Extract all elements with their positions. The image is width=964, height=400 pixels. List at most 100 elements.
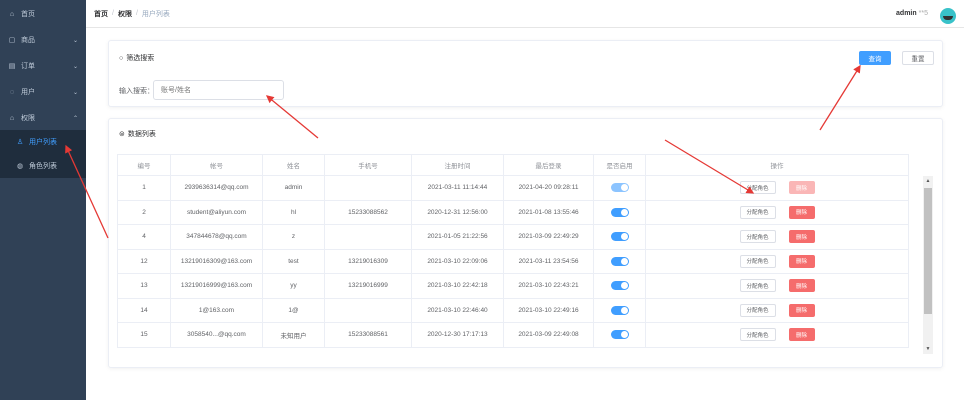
col-reg-time: 注册时间 [411,154,504,176]
cell-actions: 分配角色 删除 [645,273,909,299]
sidebar-item-role-list[interactable]: ◍ 角色列表 [0,154,86,178]
cell-enabled [593,248,646,274]
cell-phone [324,175,412,201]
sidebar-item-users[interactable]: ◌ 用户 ⌄ [0,80,86,104]
cell-actions: 分配角色 删除 [645,297,909,323]
action-group: 分配角色 删除 [646,205,908,219]
col-enabled: 是否启用 [593,154,646,176]
col-account: 帐号 [170,154,263,176]
sidebar-item-orders[interactable]: ▤ 订单 ⌄ [0,54,86,78]
col-phone: 手机号 [324,154,412,176]
search-card-header: ○ 筛选搜索 [119,54,155,63]
cell-actions: 分配角色 删除 [645,224,909,250]
user-table: 编号 帐号 姓名 手机号 注册时间 最后登录 是否启用 操作 1 29396363… [117,154,909,348]
goods-icon: ▢ [8,37,16,44]
enabled-switch[interactable] [610,281,629,291]
user-icon: ◌ [9,88,15,96]
cell-id: 14 [117,297,171,323]
cell-actions: 分配角色 删除 [645,175,909,201]
cell-actions: 分配角色 删除 [645,199,909,225]
assign-role-button[interactable]: 分配角色 [739,279,776,293]
breadcrumb-permissions[interactable]: 权限 [118,9,132,19]
lock-icon: ⌂ [9,114,15,122]
cell-phone: 13219016999 [324,273,412,299]
avatar[interactable] [940,8,956,24]
enabled-switch[interactable] [610,207,629,217]
cell-name: 未知用户 [262,322,325,348]
breadcrumb-home[interactable]: 首页 [94,9,108,19]
col-last-login: 最后登录 [503,154,594,176]
action-group: 分配角色 删除 [646,254,908,268]
delete-button[interactable]: 删除 [788,303,815,317]
cell-account: 1@163.com [170,297,263,323]
cell-last: 2021-03-11 23:54:56 [503,248,594,274]
enabled-switch[interactable] [610,305,629,315]
sidebar-item-permissions[interactable]: ⌂ 权限 ⌃ [0,106,86,130]
assign-role-button[interactable]: 分配角色 [739,303,776,317]
assign-role-button[interactable]: 分配角色 [739,328,776,342]
sidebar-item-goods[interactable]: ▢ 商品 ⌄ [0,28,86,52]
table-row: 12 13219016309@163.com test 13219016309 2021… [117,248,909,274]
breadcrumb: 首页 / 权限 / 用户列表 [94,9,170,19]
enabled-switch[interactable] [610,330,629,340]
enabled-switch[interactable] [610,256,629,266]
cell-last: 2021-03-10 22:49:16 [503,297,594,323]
search-input[interactable] [153,80,284,100]
breadcrumb-separator: / [135,10,138,17]
chevron-down-icon: ⌄ [72,89,78,96]
cell-actions: 分配角色 删除 [645,248,909,274]
delete-button: 删除 [788,181,815,195]
cell-last: 2021-03-09 22:49:29 [503,224,594,250]
search-icon: ○ [119,54,124,62]
sidebar: ⌂ 首页 ▢ 商品 ⌄ ▤ 订单 ⌄ ◌ 用户 ⌄ ⌂ 权限 ⌃ ♙ 用户列表 ◍ 角色列表 [0,0,86,400]
table-card: ⊜ 数据列表 编号 帐号 姓名 手机号 注册时间 最后登录 是否启用 操作 1 29… [108,118,943,368]
cell-id: 12 [117,248,171,274]
cell-id: 1 [117,175,171,201]
scroll-down-arrow-icon[interactable]: ▼ [923,344,933,354]
enabled-switch[interactable] [610,232,629,242]
cell-phone: 15233088561 [324,322,412,348]
cell-account: student@aliyun.com [170,199,263,225]
username[interactable]: admin **5 [896,10,928,17]
cell-last: 2021-01-08 13:55:46 [503,199,594,225]
action-group: 分配角色 删除 [646,230,908,244]
query-button[interactable]: 查询 [859,51,891,65]
top-navbar: 首页 / 权限 / 用户列表 admin **5 [86,0,964,28]
breadcrumb-current: 用户列表 [141,10,170,18]
assign-role-button[interactable]: 分配角色 [739,254,776,268]
sidebar-item-user-list[interactable]: ♙ 用户列表 [0,130,86,154]
cell-reg: 2021-03-10 22:46:40 [411,297,504,323]
assign-role-button[interactable]: 分配角色 [739,205,776,219]
sidebar-item-home[interactable]: ⌂ 首页 [0,2,86,26]
chevron-down-icon: ⌄ [72,63,78,70]
assign-role-button[interactable]: 分配角色 [739,181,776,195]
cell-id: 2 [117,199,171,225]
table-scrollbar[interactable]: ▲ ▼ [923,176,933,354]
app-root: ⌂ 首页 ▢ 商品 ⌄ ▤ 订单 ⌄ ◌ 用户 ⌄ ⌂ 权限 ⌃ ♙ 用户列表 ◍ 角色列表 首页 /… [0,0,964,400]
cell-reg: 2021-01-05 21:22:56 [411,224,504,250]
breadcrumb-separator: / [112,10,114,17]
scroll-thumb[interactable] [924,188,932,314]
cell-phone [324,224,412,250]
delete-button[interactable]: 删除 [788,328,815,342]
cell-reg: 2020-12-31 12:56:00 [411,199,504,225]
cell-enabled [593,199,646,225]
cell-last: 2021-03-09 22:49:08 [503,322,594,348]
chevron-down-icon: ⌄ [72,37,78,44]
col-name: 姓名 [262,154,325,176]
cell-name: 1@ [262,297,325,323]
delete-button[interactable]: 删除 [788,230,815,244]
cell-id: 13 [117,273,171,299]
scroll-up-arrow-icon[interactable]: ▲ [923,176,933,186]
reset-button[interactable]: 重置 [902,51,934,65]
cell-name: hl [262,199,325,225]
delete-button[interactable]: 删除 [788,279,815,293]
table-card-header: ⊜ 数据列表 [119,131,156,138]
delete-button[interactable]: 删除 [788,254,815,268]
cell-account: 13219016309@163.com [170,248,263,274]
enabled-switch [610,183,629,193]
home-icon: ⌂ [9,10,15,18]
delete-button[interactable]: 删除 [788,205,815,219]
table-body: 1 2939636314@qq.com admin 2021-03-11 11:14:… [117,175,909,348]
assign-role-button[interactable]: 分配角色 [739,230,776,244]
